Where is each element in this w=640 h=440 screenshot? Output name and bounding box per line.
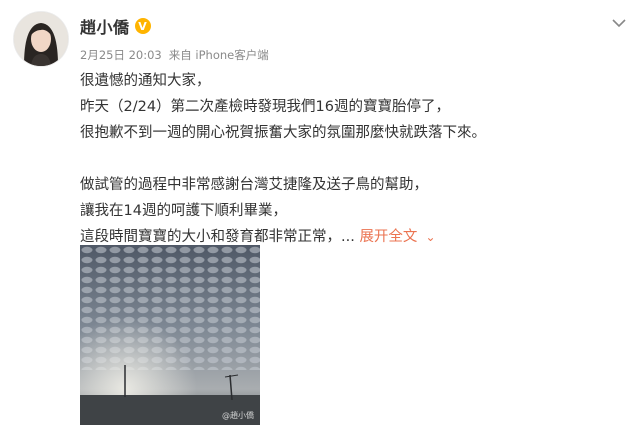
post-line: 很遺憾的通知大家， — [80, 73, 211, 89]
post-date[interactable]: 2月25日 20:03 — [80, 47, 162, 63]
post-header: 趙小僑 V 2月25日 20:03 来自 iPhone客户端 — [80, 14, 269, 63]
username[interactable]: 趙小僑 — [80, 14, 130, 38]
expand-full-text-link[interactable]: 展开全文 ⌄ — [359, 229, 435, 245]
post-line: 很抱歉不到一週的開心祝賀振奮大家的氛圍那麼快就跌落下來。 — [80, 125, 486, 141]
avatar[interactable] — [14, 12, 68, 66]
verified-icon: V — [134, 18, 151, 34]
chevron-down-icon[interactable]: ⌄ — [425, 224, 435, 250]
post-line: 做試管的過程中非常感謝台灣艾捷隆及送子鳥的幫助， — [80, 177, 428, 193]
post-meta: 2月25日 20:03 来自 iPhone客户端 — [80, 47, 269, 63]
chevron-down-icon[interactable] — [610, 14, 628, 32]
post-text: 很遺憾的通知大家， 昨天（2/24）第二次產檢時發現我們16週的寶寶胎停了， 很… — [80, 68, 620, 250]
post-photo[interactable]: @趙小僑 — [80, 245, 260, 425]
post-line: 昨天（2/24）第二次產檢時發現我們16週的寶寶胎停了， — [80, 99, 451, 115]
photo-watermark: @趙小僑 — [222, 411, 254, 420]
post-source: 来自 iPhone客户端 — [168, 48, 269, 62]
expand-label[interactable]: 展开全文 — [359, 229, 417, 245]
post-line-text: 這段時間寶寶的大小和發育都非常正常，... — [80, 229, 355, 245]
post-line: 讓我在14週的呵護下順利畢業， — [80, 203, 287, 219]
